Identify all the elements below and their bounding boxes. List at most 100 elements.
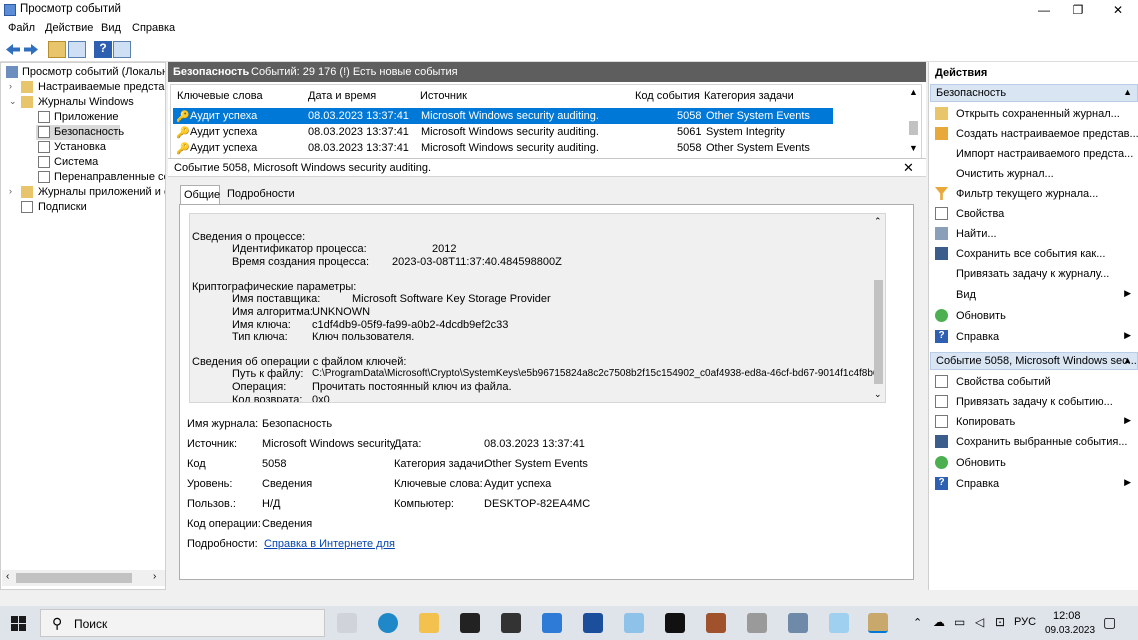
scroll-down-icon[interactable]: ⌄ — [874, 389, 882, 400]
column-header-task-category[interactable]: Категория задачи — [704, 90, 794, 102]
tree-item-setup[interactable]: Установка — [1, 140, 165, 155]
scroll-right-icon[interactable]: › — [153, 571, 156, 582]
app-icon[interactable] — [829, 613, 849, 633]
folder-up-icon[interactable] — [48, 41, 66, 58]
action-copy[interactable]: Копировать ▶ — [929, 412, 1138, 432]
table-row[interactable]: 🔑 Аудит успеха 08.03.2023 13:37:41 Micro… — [173, 108, 833, 124]
action-event-help[interactable]: ? Справка ▶ — [929, 474, 1138, 494]
app-icon[interactable] — [706, 613, 726, 633]
grid-vertical-scrollbar[interactable]: ▲ ▼ — [906, 87, 921, 157]
language-indicator[interactable]: РУС — [1014, 616, 1036, 628]
column-header-event-id[interactable]: Код события — [635, 90, 700, 102]
show-actions-icon[interactable] — [113, 41, 131, 58]
notifications-icon[interactable]: ▢ — [1103, 614, 1116, 631]
show-tree-icon[interactable] — [68, 41, 86, 58]
app-icon[interactable] — [788, 613, 808, 633]
tree-item-custom-views[interactable]: › Настраиваемые представления — [1, 80, 165, 95]
action-import-custom-view[interactable]: Импорт настраиваемого предста... — [929, 144, 1138, 164]
actions-section-security[interactable]: Безопасность ▲ — [930, 84, 1138, 102]
table-row[interactable]: 🔑 Аудит успеха 08.03.2023 13:37:41 Micro… — [173, 124, 833, 140]
scroll-left-icon[interactable]: ‹ — [6, 571, 9, 582]
windows-start-icon[interactable] — [11, 616, 26, 631]
scrollbar-thumb[interactable] — [874, 280, 883, 384]
action-save-selected-events[interactable]: Сохранить выбранные события... — [929, 432, 1138, 452]
store-icon[interactable] — [460, 613, 480, 633]
tree-item-app-services-logs[interactable]: › Журналы приложений и служб — [1, 185, 165, 200]
security-shield-icon[interactable] — [665, 613, 685, 633]
back-arrow-icon[interactable] — [4, 41, 22, 58]
clock-time[interactable]: 12:08 — [1053, 610, 1081, 622]
tab-general[interactable]: Общие — [180, 185, 220, 204]
online-help-link[interactable]: Справка в Интернете для — [264, 538, 395, 550]
close-icon[interactable]: ✕ — [903, 160, 914, 176]
cloud-icon[interactable]: ☁ — [933, 615, 945, 629]
action-save-all-events[interactable]: Сохранить все события как... — [929, 244, 1138, 264]
tree-item-subscriptions[interactable]: Подписки — [1, 200, 165, 215]
action-clear-log[interactable]: Очистить журнал... — [929, 164, 1138, 184]
tree-item-application[interactable]: Приложение — [1, 110, 165, 125]
close-button[interactable]: ✕ — [1098, 0, 1138, 20]
collapse-icon[interactable]: ▲ — [1123, 87, 1132, 97]
battery-icon[interactable]: ▭ — [954, 615, 965, 629]
scroll-up-icon[interactable]: ▲ — [909, 87, 918, 97]
event-viewer-taskbar-icon[interactable] — [868, 613, 888, 633]
action-create-custom-view[interactable]: Создать настраиваемое представ... — [929, 124, 1138, 144]
help-icon[interactable]: ? — [94, 41, 112, 58]
forward-arrow-icon[interactable] — [22, 41, 40, 58]
action-refresh[interactable]: Обновить — [929, 306, 1138, 326]
scrollbar-thumb[interactable] — [16, 573, 132, 583]
powershell-icon[interactable] — [583, 613, 603, 633]
maximize-button[interactable]: ❐ — [1058, 0, 1098, 20]
action-find[interactable]: Найти... — [929, 224, 1138, 244]
app-icon[interactable] — [542, 613, 562, 633]
source-value: Microsoft Windows security — [262, 438, 396, 450]
column-header-keywords[interactable]: Ключевые слова — [177, 90, 263, 102]
action-filter-log[interactable]: Фильтр текущего журнала... — [929, 184, 1138, 204]
tree-item-forwarded[interactable]: Перенаправленные события — [1, 170, 165, 185]
tree-item-system[interactable]: Система — [1, 155, 165, 170]
scrollbar-thumb[interactable] — [909, 121, 918, 135]
tab-details[interactable]: Подробности — [227, 188, 295, 200]
action-open-saved-log[interactable]: Открыть сохраненный журнал... — [929, 104, 1138, 124]
app-icon[interactable] — [747, 613, 767, 633]
edge-browser-icon[interactable] — [378, 613, 398, 633]
menu-help[interactable]: Справка — [132, 22, 175, 34]
app-icon[interactable] — [624, 613, 644, 633]
column-header-source[interactable]: Источник — [420, 90, 467, 102]
taskbar-search-box[interactable]: ⚲ Поиск — [40, 609, 325, 637]
tree-item-windows-logs[interactable]: ⌄ Журналы Windows — [1, 95, 165, 110]
task-view-icon[interactable] — [337, 613, 357, 633]
action-attach-task-to-log[interactable]: Привязать задачу к журналу... — [929, 264, 1138, 284]
tree-item-security[interactable]: Безопасность — [36, 125, 124, 140]
chevron-right-icon[interactable]: › — [9, 81, 12, 91]
collapse-icon[interactable]: ▲ — [1123, 355, 1132, 365]
tree-horizontal-scrollbar[interactable]: ‹ › — [2, 570, 165, 586]
scroll-down-icon[interactable]: ▼ — [909, 143, 918, 153]
network-icon[interactable]: ⊡ — [995, 615, 1005, 629]
detail-title: Событие 5058, Microsoft Windows security… — [174, 162, 432, 174]
description-scrollbar[interactable]: ⌃ ⌄ — [871, 214, 885, 402]
menu-action[interactable]: Действие — [45, 22, 93, 34]
clock-date[interactable]: 09.03.2023 — [1045, 625, 1095, 636]
action-attach-task-to-event[interactable]: Привязать задачу к событию... — [929, 392, 1138, 412]
action-properties[interactable]: Свойства — [929, 204, 1138, 224]
action-event-refresh[interactable]: Обновить — [929, 453, 1138, 473]
chevron-down-icon[interactable]: ⌄ — [9, 96, 17, 107]
menu-file[interactable]: Файл — [8, 22, 35, 34]
actions-section-event[interactable]: Событие 5058, Microsoft Windows sec... ▲ — [930, 352, 1138, 370]
menu-view[interactable]: Вид — [101, 22, 121, 34]
file-explorer-icon[interactable] — [419, 613, 439, 633]
action-event-properties[interactable]: Свойства событий — [929, 372, 1138, 392]
volume-icon[interactable]: ◁ — [975, 615, 984, 629]
scroll-up-icon[interactable]: ⌃ — [874, 216, 882, 227]
chevron-right-icon[interactable]: › — [9, 186, 12, 196]
action-view[interactable]: Вид ▶ — [929, 285, 1138, 305]
submenu-arrow-icon: ▶ — [1124, 330, 1131, 340]
column-header-datetime[interactable]: Дата и время — [308, 90, 376, 102]
table-row[interactable]: 🔑 Аудит успеха 08.03.2023 13:37:41 Micro… — [173, 140, 833, 156]
event-description[interactable]: Сведения о процессе: Идентификатор проце… — [189, 213, 886, 403]
mail-icon[interactable] — [501, 613, 521, 633]
tree-root[interactable]: Просмотр событий (Локальный) — [1, 65, 165, 80]
chevron-up-icon[interactable]: ⌃ — [913, 616, 922, 629]
action-help[interactable]: ? Справка ▶ — [929, 327, 1138, 347]
